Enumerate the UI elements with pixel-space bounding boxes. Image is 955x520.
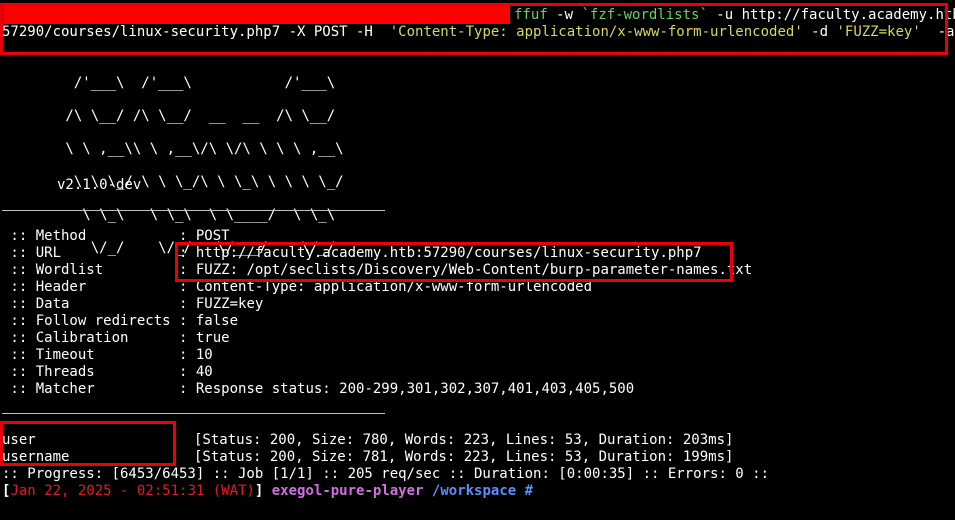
logo-line: \ \_\ \ \_\ \ \____/ \ \_\	[57, 206, 336, 223]
prompt-host: exegol-pure-player	[271, 483, 424, 499]
prompt-timestamp: Jan 22, 2025 - 02:51:31 (WAT)	[10, 483, 255, 499]
config-row-data: :: Data : FUZZ=key	[2, 296, 263, 313]
divider-top	[2, 210, 385, 211]
config-row-timeout: :: Timeout : 10	[2, 347, 213, 364]
results-highlight-box	[0, 421, 176, 466]
config-key: :: Data	[2, 296, 180, 312]
logo-line: /\ \__/ /\ \__/ __ __ /\ \__/	[57, 107, 336, 124]
version-text: v2.1.0-dev	[57, 177, 142, 193]
config-row-matcher: :: Matcher : Response status: 200-299,30…	[2, 381, 634, 398]
prompt-symbol: #	[524, 483, 534, 499]
prompt-path: /workspace	[431, 483, 517, 499]
logo-line: /'___\ /'___\ /'___\	[57, 74, 336, 91]
config-key: :: URL	[2, 245, 180, 261]
config-value: : false	[179, 313, 239, 329]
logo-line: \ \ ,__\\ \ ,__\/\ \/\ \ \ \ ,__\	[57, 140, 344, 157]
config-key: :: Wordlist	[2, 262, 180, 278]
config-key: :: Follow redirects	[2, 313, 180, 329]
config-key: :: Threads	[2, 364, 180, 380]
config-value: : Response status: 200-299,301,302,307,4…	[179, 381, 635, 397]
config-key: :: Matcher	[2, 381, 180, 397]
config-value: : FUZZ=key	[179, 296, 264, 312]
config-key: :: Timeout	[2, 347, 180, 363]
command-highlight-box	[0, 3, 948, 55]
config-row-follow-redirects: :: Follow redirects : false	[2, 313, 238, 330]
divider-bottom	[2, 413, 385, 414]
prompt-bracket-close: ]	[254, 483, 264, 499]
config-key: :: Method	[2, 228, 180, 244]
config-row-calibration: :: Calibration : true	[2, 330, 230, 347]
config-value: : 10	[179, 347, 213, 363]
result-info: [Status: 200, Size: 780, Words: 223, Lin…	[194, 432, 734, 448]
config-value: : true	[179, 330, 230, 346]
url-wordlist-highlight-box	[175, 242, 733, 282]
result-info: [Status: 200, Size: 781, Words: 223, Lin…	[194, 449, 734, 465]
config-row-threads: :: Threads : 40	[2, 364, 213, 381]
config-value: : 40	[179, 364, 213, 380]
shell-prompt: [Jan 22, 2025 - 02:51:31 (WAT)] exegol-p…	[2, 483, 533, 500]
config-key: :: Header	[2, 279, 180, 295]
progress-line: :: Progress: [6453/6453] :: Job [1/1] ::…	[2, 466, 770, 482]
config-key: :: Calibration	[2, 330, 180, 346]
